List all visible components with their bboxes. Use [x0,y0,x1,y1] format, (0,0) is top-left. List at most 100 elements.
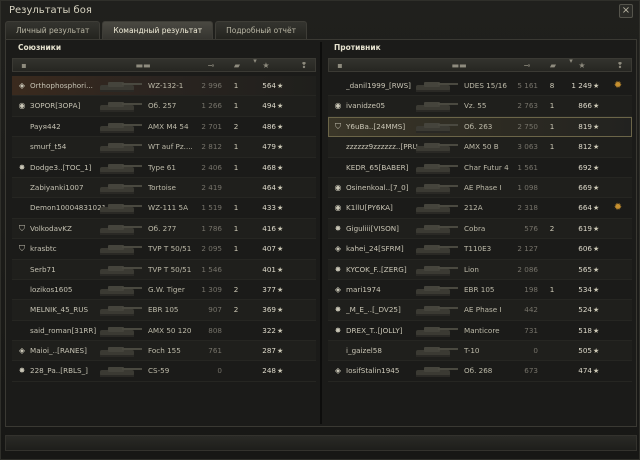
kills-value: 1 [233,162,239,172]
player-row[interactable]: ✸ Giguliii[VISON] Cobra 576 2 619 ★ [328,218,632,240]
player-row[interactable]: MELNIK_45_RUS EBR 105 907 2 369 ★ [12,300,316,321]
player-row[interactable]: ◉ K1llU[PY6KA] 212A 2 318 664 ★ ✹ [328,198,632,219]
player-row[interactable]: ◉ ЗОРОR[ЗОРА] Об. 257 1 266 1 494 ★ [12,96,316,117]
tank-image [94,181,144,195]
clan-badge-icon [17,142,27,152]
experience-value: 433 [262,203,276,213]
experience-value: 664 [578,203,592,213]
tank-image [410,161,460,175]
player-row[interactable]: ✸ 228_Pa..[RBLS_] CS-59 0 248 ★ [12,361,316,382]
clan-badge-icon: ✸ [334,223,342,233]
tank-image [410,263,460,277]
damage-value: 2 750 [517,121,538,131]
player-row[interactable]: said_roman[31RR] AMX 50 120 808 322 ★ [12,321,316,342]
experience-value: 416 [262,223,276,233]
player-row[interactable]: ◈ Maioi_..[RANES] Foch 155 761 287 ★ [12,341,316,362]
experience-value: 819 [578,121,592,131]
player-row[interactable]: ◈ Orthophosphori... WZ-132-1 2 996 1 564 ★ [12,76,316,97]
player-row[interactable]: Payя442 AMX M4 54 2 701 2 486 ★ [12,117,316,138]
medal-icon[interactable]: ❢ [615,60,625,71]
sort-arrow-icon[interactable]: ▾ [251,56,259,67]
player-row[interactable]: ◉ ivanidze05 Vz. 55 2 763 1 866 ★ [328,96,632,117]
damage-value: 2 318 [517,203,538,213]
star-icon: ★ [277,265,284,274]
damage-value: 2 419 [201,182,222,192]
chat-icon[interactable]: ▪ [335,60,345,71]
panel-divider [320,42,322,424]
achievement-medal-icon[interactable]: ✹ [612,80,624,92]
player-row[interactable]: i_gaizel58 T-10 0 505 ★ [328,341,632,362]
kills-value: 8 [549,81,555,90]
player-row[interactable]: ◈ kahei_24[SFRM] T110E3 2 127 606 ★ [328,239,632,260]
damage-value: 1 309 [201,284,222,294]
clan-badge-icon: ✸ [334,264,342,274]
kills-icon[interactable]: ▰ [227,60,247,71]
player-row[interactable]: ✸ Dodge3..[TOC_1] Type 61 2 406 1 468 ★ [12,158,316,178]
damage-value: 442 [524,305,538,315]
player-row[interactable]: ◈ mari1974 EBR 105 198 1 534 ★ [328,280,632,301]
kills-icon[interactable]: ▰ [543,60,563,71]
player-row[interactable]: smurf_t54 WT auf Pz.... 2 812 1 479 ★ [12,137,316,158]
kills-value: 2 [233,284,239,294]
player-row[interactable]: ⛉ VolkodavKZ Об. 277 1 786 1 416 ★ [12,218,316,240]
star-icon: ★ [277,82,284,90]
player-row[interactable]: ⛉ krasbtc TVP T 50/51 2 095 1 407 ★ [12,239,316,260]
tank-image [410,303,460,317]
tank-image [94,120,144,134]
tank-image [410,120,460,134]
clan-badge-icon: ◉ [334,182,342,192]
experience-star-icon[interactable]: ★ [575,60,589,71]
experience-value: 486 [262,121,276,131]
player-row[interactable]: ◉ Osinenkoal..[7_0] AE Phase I1 098 669 ★ [328,177,632,199]
experience-value: 1 249 [571,81,592,90]
player-row[interactable]: _danil1999_[RWS] UDES 15/16 5 161 8 1 249 ★ ✹ [328,76,632,97]
clan-badge-icon: ⛉ [335,121,341,131]
tank-image [410,283,460,297]
sort-arrow-icon[interactable]: ▾ [567,56,575,67]
experience-value: 287 [262,346,276,356]
clan-badge-icon [17,183,27,193]
player-row[interactable]: ✸ KYCOK_F..[ZERG] Lion 2 086 565 ★ [328,259,632,280]
tank-type-icon[interactable]: ▬▬ [123,60,163,71]
experience-value: 692 [578,162,592,172]
tank-type-icon[interactable]: ▬▬ [439,60,479,71]
star-icon: ★ [277,122,284,131]
star-icon: ★ [277,204,284,213]
close-button[interactable]: × [619,4,633,18]
player-row[interactable]: Serb71 TVP T 50/51 1 546 401 ★ [12,259,316,280]
player-row[interactable]: ◈ IosifStalin1945 Об. 268 673 474 ★ [328,361,632,382]
player-row[interactable]: ✸ DREX_T..[JOLLY] Manticore 731 518 ★ [328,321,632,342]
tab-detailed-report[interactable]: Подробный отчёт [215,21,307,39]
star-icon: ★ [277,224,284,233]
tank-image [94,263,144,277]
experience-star-icon[interactable]: ★ [259,60,273,71]
star-icon: ★ [593,122,600,131]
experience-value: 407 [262,244,276,254]
star-icon: ★ [593,82,600,90]
chat-icon[interactable]: ▪ [19,60,29,71]
player-row[interactable]: ⛉ Y6uBa..[24MMS] Об. 263 2 750 1 819 ★ [328,116,632,138]
damage-icon[interactable]: ⊸ [515,60,539,71]
player-row[interactable]: KEDR_65[BABER] Char Futur 41 561 692 ★ [328,158,632,178]
clan-badge-icon: ◈ [18,81,26,90]
player-row[interactable]: zzzzzz9zzzzzz..[PRUD] AMX 50 B3 063 1 812 ★ [328,137,632,158]
star-icon: ★ [593,265,600,274]
damage-value: 2 812 [201,142,222,152]
player-row[interactable]: Demon10004831021 WZ-111 5A 1 519 1 433 ★ [12,198,316,219]
clan-badge-icon: ⛉ [19,244,25,254]
player-row[interactable]: lozikos1605 G.W. Tiger 1 309 2 377 ★ [12,280,316,301]
damage-value: 1 266 [201,101,222,111]
bottom-bar [5,435,637,451]
medal-icon[interactable]: ❢ [299,60,309,71]
clan-badge-icon: ✸ [334,325,342,335]
damage-icon[interactable]: ⊸ [199,60,223,71]
star-icon: ★ [593,102,600,111]
player-row[interactable]: Zabiyanki1007 Tortoise 2 419 464 ★ [12,177,316,199]
player-row[interactable]: ✸ _M_E_..[_DV25] AE Phase I 442 524 ★ [328,300,632,321]
damage-value: 673 [524,366,538,376]
damage-value: 198 [524,284,538,294]
achievement-medal-icon[interactable]: ✹ [612,202,624,214]
tab-team-result[interactable]: Командный результат [102,21,214,39]
experience-value: 524 [578,305,592,315]
tab-personal-result[interactable]: Личный результат [5,21,101,39]
